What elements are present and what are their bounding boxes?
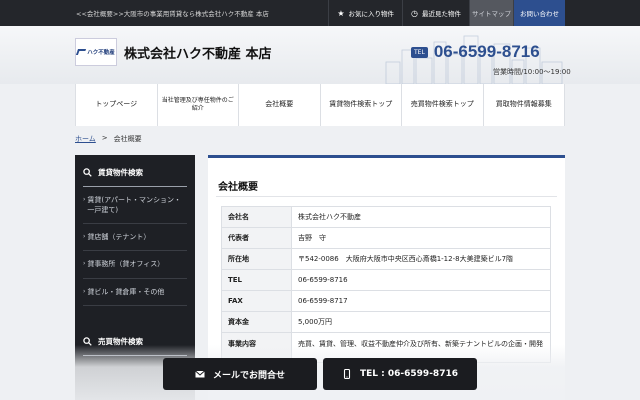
table-value: 06-6599-8716 xyxy=(291,269,551,291)
table-key: 代表者 xyxy=(221,227,292,249)
chevron-right-icon: › xyxy=(83,196,86,203)
table-key: FAX xyxy=(221,290,292,312)
company-name: 株式会社ハク不動産 本店 xyxy=(124,47,272,62)
clock-icon: ◷ xyxy=(411,8,418,18)
chevron-right-icon: › xyxy=(83,287,86,295)
header-tel[interactable]: TEL 06-6599-8716 xyxy=(411,42,540,62)
nav-rent-search[interactable]: 賃貸物件検索トップ xyxy=(321,84,402,126)
company-info-table: 会社名 株式会社ハク不動産 代表者 吉野 守 所在地 〒542-0086 大阪府… xyxy=(221,206,551,363)
breadcrumb: ホーム > 会社概要 xyxy=(75,134,142,144)
table-row: 所在地 〒542-0086 大阪府大阪市中央区西心斎橋1-12-8大美建築ビル7… xyxy=(221,248,551,270)
business-hours: 営業時間/10:00～19:00 xyxy=(493,68,571,76)
table-key: 所在地 xyxy=(221,248,292,270)
logo-text: ハク不動産 xyxy=(87,50,115,56)
topbar-description: <<会社概要>>大阪市の事業用賃貸なら株式会社ハク不動産 本店 xyxy=(76,10,269,18)
chevron-right-icon: › xyxy=(83,260,86,268)
table-key: 会社名 xyxy=(221,206,292,228)
tel-contact-label: TEL : 06-6599-8716 xyxy=(360,369,458,379)
search-icon xyxy=(83,168,92,177)
sidebar-rent-title-label: 賃貸物件検索 xyxy=(98,168,143,177)
sidebar-item-residential-rent[interactable]: › 賃貸(アパート・マンション・一戸建て) xyxy=(83,187,187,225)
bottom-fade-overlay xyxy=(0,345,640,400)
table-row: TEL 06-6599-8716 xyxy=(221,269,551,291)
nav-purchase-info[interactable]: 買取物件情報募集 xyxy=(484,84,565,126)
nav-sale-search[interactable]: 売買物件検索トップ xyxy=(402,84,484,126)
global-nav: トップページ 当社管理及び専任物件のご紹介 会社概要 賃貸物件検索トップ 売買物… xyxy=(75,84,565,126)
tel-contact-button[interactable]: TEL : 06-6599-8716 xyxy=(323,358,477,390)
email-contact-button[interactable]: メールでお問合せ xyxy=(163,358,317,390)
sidebar-item-label: 貸事務所（貸オフィス） xyxy=(87,260,165,269)
contact-label: お問い合わせ xyxy=(520,10,559,18)
smartphone-icon xyxy=(343,369,351,379)
table-value: 〒542-0086 大阪府大阪市中央区西心斎橋1-12-8大美建築ビル7階 xyxy=(291,248,551,270)
contact-link[interactable]: お問い合わせ xyxy=(513,0,565,26)
top-bar: <<会社概要>>大阪市の事業用賃貸なら株式会社ハク不動産 本店 ★ お気に入り物… xyxy=(0,0,640,26)
sitemap-label: サイトマップ xyxy=(472,10,511,18)
recently-viewed-link[interactable]: ◷ 最近見た物件 xyxy=(402,0,469,26)
top-nav: ★ お気に入り物件 ◷ 最近見た物件 サイトマップ お問い合わせ xyxy=(328,0,565,26)
table-value: 吉野 守 xyxy=(291,227,551,249)
favorites-link[interactable]: ★ お気に入り物件 xyxy=(328,0,402,26)
title-divider xyxy=(216,196,557,197)
site-header: ハク不動産 株式会社ハク不動産 本店 TEL 06-6599-8716 営業時間… xyxy=(0,26,640,84)
sidebar-item-label: 貸店舗（テナント） xyxy=(87,233,151,242)
table-row: 会社名 株式会社ハク不動産 xyxy=(221,206,551,228)
star-icon: ★ xyxy=(337,8,345,18)
email-contact-label: メールでお問合せ xyxy=(212,370,285,381)
table-key: TEL xyxy=(221,269,292,291)
table-row: FAX 06-6599-8717 xyxy=(221,290,551,312)
logo-mark-icon xyxy=(76,49,87,55)
breadcrumb-separator: > xyxy=(101,134,108,142)
table-row: 資本金 5,000万円 xyxy=(221,311,551,333)
nav-top-page[interactable]: トップページ xyxy=(76,84,158,126)
page-title: 会社概要 xyxy=(218,182,258,193)
mail-icon xyxy=(195,370,205,378)
breadcrumb-current: 会社概要 xyxy=(113,135,142,143)
table-value: 06-6599-8717 xyxy=(291,290,551,312)
sidebar-rent-title: 賃貸物件検索 xyxy=(83,167,187,187)
nav-company-profile[interactable]: 会社概要 xyxy=(239,84,321,126)
table-value: 株式会社ハク不動産 xyxy=(291,206,551,228)
table-value: 5,000万円 xyxy=(291,311,551,333)
sidebar-item-label: 貸ビル・貸倉庫・その他 xyxy=(87,287,165,296)
table-key: 資本金 xyxy=(221,311,292,333)
sitemap-link[interactable]: サイトマップ xyxy=(469,0,513,26)
tel-badge: TEL xyxy=(411,46,428,58)
table-row: 代表者 吉野 守 xyxy=(221,227,551,249)
sidebar-item-building-rent[interactable]: › 貸ビル・貸倉庫・その他 xyxy=(83,279,187,306)
sidebar-item-office-rent[interactable]: › 貸事務所（貸オフィス） xyxy=(83,251,187,279)
company-logo[interactable]: ハク不動産 xyxy=(75,38,117,66)
tel-number: 06-6599-8716 xyxy=(433,42,540,61)
sidebar-item-label: 賃貸(アパート・マンション・一戸建て) xyxy=(87,196,181,215)
sidebar-item-store-rent[interactable]: › 貸店舗（テナント） xyxy=(83,224,187,252)
breadcrumb-home[interactable]: ホーム xyxy=(75,134,96,144)
chevron-right-icon: › xyxy=(83,233,86,241)
favorites-label: お気に入り物件 xyxy=(348,10,395,18)
nav-managed-properties[interactable]: 当社管理及び専任物件のご紹介 xyxy=(158,84,239,126)
recently-viewed-label: 最近見た物件 xyxy=(422,10,461,18)
